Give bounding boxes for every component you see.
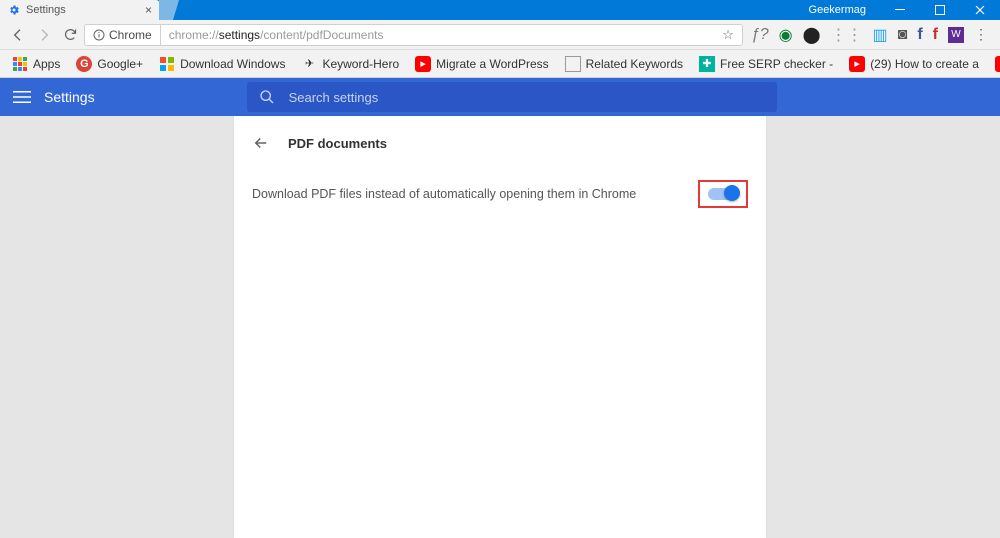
apps-label: Apps <box>33 57 60 71</box>
tab-close-button[interactable]: × <box>145 3 152 17</box>
toolbar: Chrome chrome://settings/content/pdfDocu… <box>0 20 1000 50</box>
setting-label: Download PDF files instead of automatica… <box>252 187 698 201</box>
extension-icon[interactable]: ⋮⋮ <box>831 25 863 45</box>
window-titlebar: Settings × Geekermag <box>0 0 1000 20</box>
serp-icon: ✚ <box>699 56 715 72</box>
settings-title: Settings <box>44 89 95 105</box>
pdf-download-toggle[interactable] <box>708 188 738 200</box>
menu-button[interactable]: ⋮ <box>974 26 988 43</box>
search-placeholder: Search settings <box>289 90 379 105</box>
apps-button[interactable]: Apps <box>6 56 66 72</box>
extension-icon[interactable]: f <box>933 26 938 44</box>
apps-icon <box>12 56 28 72</box>
menu-button[interactable] <box>0 88 44 106</box>
pdf-download-setting-row: Download PDF files instead of automatica… <box>234 162 766 226</box>
windows-icon <box>159 56 175 72</box>
settings-card: PDF documents Download PDF files instead… <box>234 116 766 538</box>
window-minimize-button[interactable] <box>880 0 920 20</box>
bookmark-item[interactable]: G Google+ <box>70 56 149 72</box>
info-icon <box>93 29 105 41</box>
extension-icon[interactable]: ▥ <box>873 25 888 45</box>
back-button[interactable] <box>6 23 30 47</box>
bookmark-item[interactable]: ▸ Hang Ups (Want You <box>989 56 1000 72</box>
bookmark-item[interactable]: ▸ (29) How to create a <box>843 56 985 72</box>
page-icon <box>565 56 581 72</box>
browser-tab[interactable]: Settings × <box>0 0 160 20</box>
youtube-icon: ▸ <box>415 56 431 72</box>
settings-search-input[interactable]: Search settings <box>247 82 777 112</box>
profile-name[interactable]: Geekermag <box>795 4 880 16</box>
extension-icon[interactable]: ⬤ <box>803 25 821 45</box>
youtube-icon: ▸ <box>849 56 865 72</box>
window-maximize-button[interactable] <box>920 0 960 20</box>
extension-icon[interactable]: ƒ? <box>751 26 769 44</box>
security-chip-label: Chrome <box>109 28 152 42</box>
extension-icon[interactable]: ◙ <box>898 26 908 44</box>
star-icon[interactable]: ☆ <box>722 27 734 43</box>
gear-icon <box>8 4 20 16</box>
security-chip[interactable]: Chrome <box>85 25 161 45</box>
section-title: PDF documents <box>288 136 387 151</box>
tab-title: Settings <box>26 4 66 16</box>
settings-header: Settings Search settings <box>0 78 1000 116</box>
youtube-icon: ▸ <box>995 56 1000 72</box>
extension-icon[interactable]: ◉ <box>779 25 793 45</box>
bookmark-item[interactable]: Download Windows <box>153 56 291 72</box>
reload-button[interactable] <box>58 23 82 47</box>
bookmarks-bar: Apps G Google+ Download Windows ✈ Keywor… <box>0 50 1000 78</box>
search-icon <box>259 89 275 105</box>
bookmark-item[interactable]: ✚ Free SERP checker - <box>693 56 839 72</box>
window-close-button[interactable] <box>960 0 1000 20</box>
bookmark-item[interactable]: ✈ Keyword-Hero <box>295 56 405 72</box>
google-plus-icon: G <box>76 56 92 72</box>
extension-icon[interactable]: f <box>917 26 922 44</box>
extension-icon[interactable]: W <box>948 27 964 43</box>
back-button[interactable] <box>252 134 270 152</box>
bookmark-item[interactable]: Related Keywords <box>559 56 689 72</box>
settings-page: PDF documents Download PDF files instead… <box>0 116 1000 538</box>
highlight-box <box>698 180 748 208</box>
keyword-hero-icon: ✈ <box>301 56 317 72</box>
new-tab-hint[interactable] <box>159 0 179 20</box>
forward-button[interactable] <box>32 23 56 47</box>
address-bar[interactable]: Chrome chrome://settings/content/pdfDocu… <box>84 24 743 46</box>
bookmark-item[interactable]: ▸ Migrate a WordPress <box>409 56 554 72</box>
url-text: chrome://settings/content/pdfDocuments <box>161 28 715 42</box>
